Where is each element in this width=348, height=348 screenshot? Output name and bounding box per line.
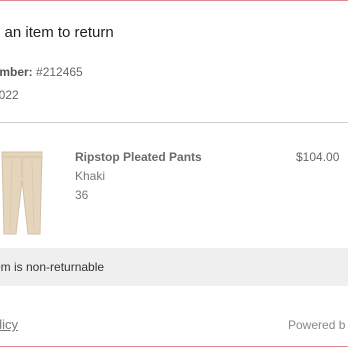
product-color: Khaki: [75, 169, 106, 183]
section-divider: [0, 122, 348, 123]
product-price: $104.00: [296, 150, 340, 164]
top-accent-rule: [0, 0, 348, 1]
page-heading: e an item to return: [0, 24, 114, 41]
order-number-value: #212465: [36, 65, 83, 79]
policy-link[interactable]: olicy: [0, 317, 18, 332]
order-number-label: umber:: [0, 65, 33, 79]
notice-text: em is non-returnable: [0, 260, 105, 274]
order-number: umber: #212465: [0, 65, 83, 79]
non-returnable-notice: em is non-returnable: [0, 248, 348, 286]
order-date: 2022: [0, 88, 19, 102]
powered-by-text: Powered b: [288, 318, 346, 332]
bottom-accent-rule: [0, 346, 348, 347]
product-name: Ripstop Pleated Pants: [75, 150, 202, 164]
product-size: 36: [75, 188, 89, 202]
product-image: [0, 150, 46, 236]
